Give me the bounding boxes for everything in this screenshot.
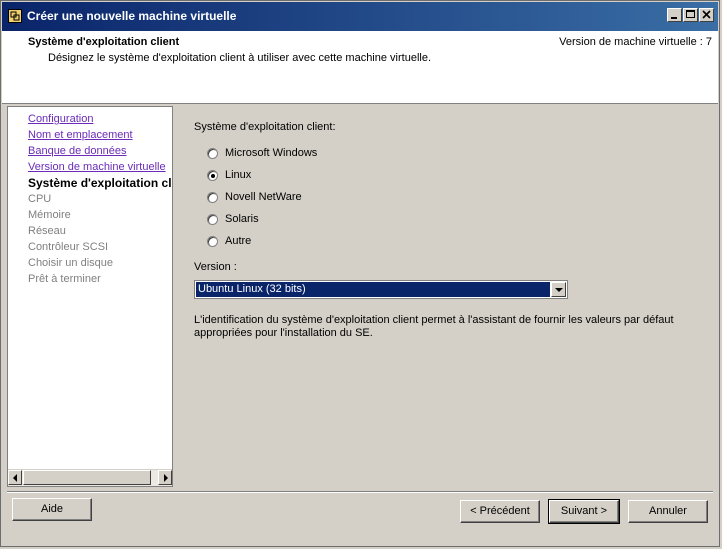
radio-netware-indicator[interactable] [207,191,218,203]
arrow-right-icon [164,474,168,482]
step-select-disk: Choisir un disque [28,257,113,269]
vm-version-info: Version de machine virtuelle : 7 [559,36,712,48]
wizard-steps-pane: Configuration Nom et emplacement Banque … [7,106,173,487]
close-icon [702,10,711,19]
radio-netware[interactable]: Novell NetWare [207,189,302,205]
vsphere-app-icon [8,9,22,23]
help-button[interactable]: Aide [12,498,92,521]
wizard-window: Créer une nouvelle machine virtuelle Sys… [0,0,720,547]
arrow-left-icon [13,474,17,482]
radio-other[interactable]: Autre [207,233,251,249]
version-label: Version : [194,261,237,273]
step-network: Réseau [28,225,66,237]
step-configuration[interactable]: Configuration [28,111,172,127]
radio-netware-label: Novell NetWare [225,191,302,203]
title-bar[interactable]: Créer une nouvelle machine virtuelle [2,2,718,31]
radio-solaris-indicator[interactable] [207,213,218,225]
horizontal-scrollbar[interactable] [8,469,172,486]
version-select-value: Ubuntu Linux (32 bits) [196,282,550,297]
wizard-steps-list: Configuration Nom et emplacement Banque … [8,107,172,287]
step-vm-version[interactable]: Version de machine virtuelle [28,159,172,175]
scroll-thumb[interactable] [23,470,151,485]
step-name-location[interactable]: Nom et emplacement [28,127,172,143]
radio-linux-label: Linux [225,169,252,181]
scroll-left-button[interactable] [8,470,22,485]
version-dropdown-button[interactable] [551,282,566,297]
close-button[interactable] [699,8,714,22]
radio-windows-label: Microsoft Windows [225,147,318,159]
minimize-button[interactable] [667,8,682,22]
step-datastore[interactable]: Banque de données [28,143,172,159]
radio-linux[interactable]: Linux [207,167,251,183]
radio-windows-indicator[interactable] [207,147,218,159]
os-description: L'identification du système d'exploitati… [194,314,674,339]
step-guest-os: Système d'exploitation client [28,176,172,190]
step-ready: Prêt à terminer [28,273,101,285]
page-subtitle: Désignez le système d'exploitation clien… [48,52,432,64]
step-memory: Mémoire [28,209,71,221]
page-title: Système d'exploitation client [28,36,180,48]
radio-other-indicator[interactable] [207,235,218,247]
chevron-down-icon [555,288,563,292]
radio-solaris[interactable]: Solaris [207,211,259,227]
scroll-right-button[interactable] [158,470,172,485]
next-button[interactable]: Suivant > [548,499,620,524]
minimize-icon [671,17,677,19]
version-select[interactable]: Ubuntu Linux (32 bits) [194,280,568,299]
cancel-button[interactable]: Annuler [628,500,708,523]
window-title: Créer une nouvelle machine virtuelle [27,9,237,23]
main-panel: Système d'exploitation client: Microsoft… [179,106,715,487]
step-scsi-controller: Contrôleur SCSI [28,241,109,253]
maximize-icon [686,10,695,18]
radio-linux-indicator[interactable] [207,169,218,181]
wizard-header: Système d'exploitation client Désignez l… [2,31,718,104]
os-label: Système d'exploitation client: [194,121,336,133]
radio-windows[interactable]: Microsoft Windows [207,145,317,161]
footer-divider [7,491,713,493]
radio-solaris-label: Solaris [225,213,259,225]
back-button[interactable]: < Précédent [460,500,540,523]
maximize-button[interactable] [683,8,698,22]
radio-other-label: Autre [225,235,252,247]
step-cpu: CPU [28,193,52,205]
